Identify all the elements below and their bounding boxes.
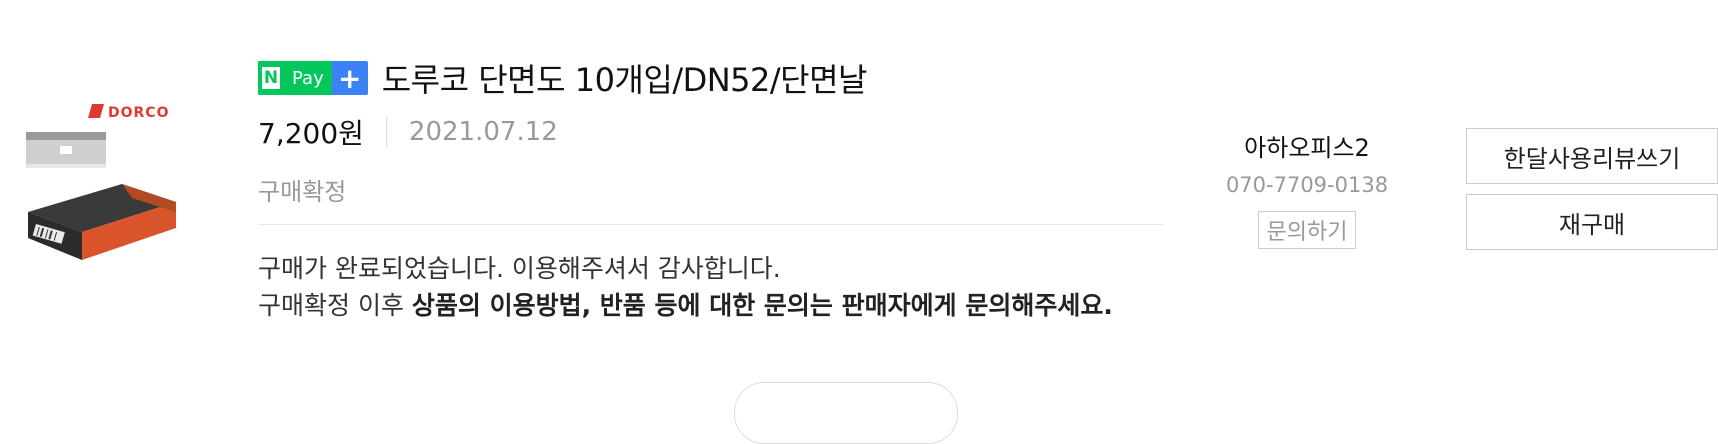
price-divider bbox=[385, 117, 387, 147]
seller-name[interactable]: 아하오피스2 bbox=[1222, 128, 1392, 163]
npay-plus-badge: N Pay + bbox=[258, 61, 368, 95]
rebuy-button[interactable]: 재구매 bbox=[1466, 194, 1718, 250]
product-title-row[interactable]: N Pay + 도루코 단면도 10개입/DN52/단면날 bbox=[258, 55, 868, 101]
inquiry-button[interactable]: 문의하기 bbox=[1257, 211, 1357, 249]
message-line-1: 구매가 완료되었습니다. 이용해주셔서 감사합니다. bbox=[258, 254, 781, 283]
order-status: 구매확정 bbox=[258, 178, 347, 206]
plus-icon: + bbox=[331, 61, 368, 95]
seller-phone: 070-7709-0138 bbox=[1225, 173, 1389, 197]
message-line-2: 구매확정 이후 상품의 이용방법, 반품 등에 대한 문의는 판매자에게 문의해… bbox=[258, 287, 1113, 324]
message-line-2-bold: 상품의 이용방법, 반품 등에 대한 문의는 판매자에게 문의해주세요. bbox=[411, 291, 1113, 320]
message-line-2-prefix: 구매확정 이후 bbox=[258, 291, 412, 320]
product-price: 7,200원 bbox=[258, 117, 364, 150]
price-row: 7,200원 2021.07.12 bbox=[258, 115, 558, 150]
divider bbox=[258, 224, 1164, 225]
npay-n-icon: N bbox=[258, 61, 284, 95]
npay-pay-label: Pay bbox=[284, 61, 332, 95]
order-date: 2021.07.12 bbox=[408, 117, 558, 147]
dorco-logo: DORCO bbox=[88, 104, 169, 121]
more-button[interactable] bbox=[734, 382, 958, 444]
product-thumbnail[interactable]: DORCO bbox=[22, 92, 202, 262]
seller-info: 아하오피스2 070-7709-0138 문의하기 bbox=[1222, 128, 1392, 249]
svg-text:DORCO: DORCO bbox=[108, 105, 169, 121]
blade-graphic bbox=[26, 132, 106, 168]
write-review-button[interactable]: 한달사용리뷰쓰기 bbox=[1466, 128, 1718, 184]
product-title[interactable]: 도루코 단면도 10개입/DN52/단면날 bbox=[382, 55, 868, 101]
pack-graphic bbox=[28, 184, 176, 260]
status-message: 구매가 완료되었습니다. 이용해주셔서 감사합니다. 구매확정 이후 상품의 이… bbox=[258, 250, 1113, 324]
razor-pack-image: DORCO bbox=[26, 104, 176, 260]
